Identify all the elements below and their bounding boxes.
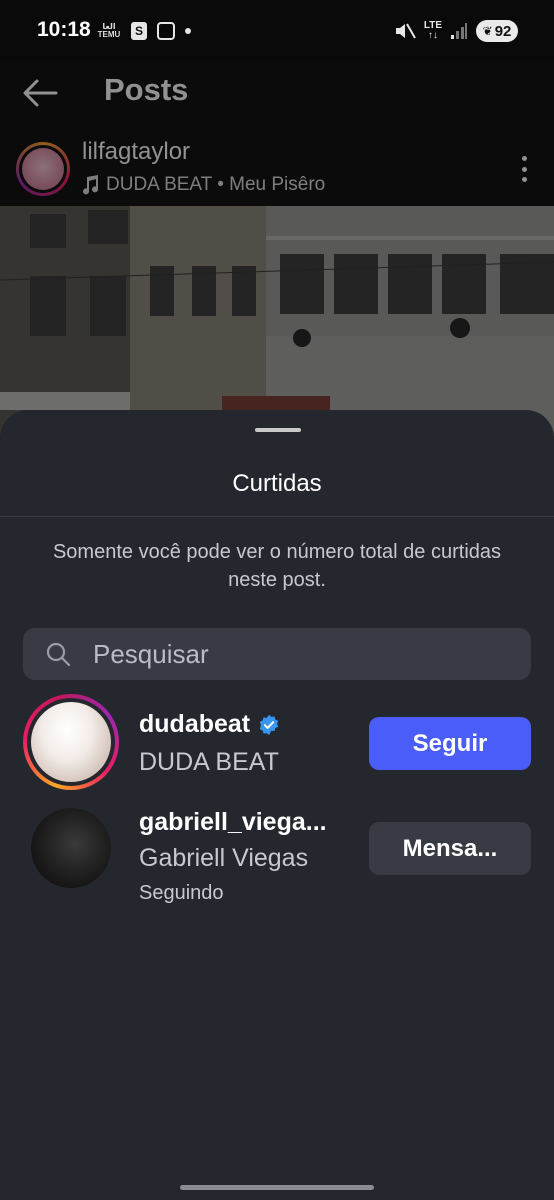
signal-icon <box>451 23 467 39</box>
full-name: Gabriell Viegas <box>139 844 309 872</box>
data-arrows-icon: ↑↓ <box>427 30 438 41</box>
battery-leaf-icon: ❦ <box>482 24 493 38</box>
battery-indicator: ❦ 92 <box>476 20 518 42</box>
username[interactable]: gabriell_viega... <box>139 808 327 837</box>
author-avatar[interactable] <box>16 142 70 196</box>
status-time: 10:18 <box>37 18 91 41</box>
building-photo <box>0 206 554 436</box>
shopee-notification-icon: S <box>131 22 147 40</box>
search-icon <box>46 642 71 667</box>
post-image <box>0 206 554 436</box>
list-item[interactable]: gabriell_viega... Gabriell Viegas Seguin… <box>0 800 554 904</box>
notification-icons: العا TEMU S <box>97 22 191 40</box>
lte-icon: LTE ↑↓ <box>424 21 442 41</box>
top-app-bar: Posts <box>0 62 554 126</box>
temu-notification-icon: العا TEMU <box>97 23 121 39</box>
sheet-drag-handle[interactable] <box>255 428 301 432</box>
back-arrow-icon[interactable] <box>22 78 58 108</box>
avatar[interactable] <box>31 808 111 888</box>
full-name: DUDA BEAT <box>139 748 279 776</box>
username-text: gabriell_viega... <box>139 808 327 836</box>
author-avatar-image <box>22 148 64 190</box>
likes-privacy-info: Somente você pode ver o número total de … <box>52 541 502 591</box>
following-status: Seguindo <box>139 882 224 904</box>
follow-button[interactable]: Seguir <box>369 717 531 770</box>
avatar-image <box>31 702 111 782</box>
likes-bottom-sheet: Curtidas Somente você pode ver o número … <box>0 410 554 1200</box>
home-indicator[interactable] <box>180 1185 374 1190</box>
post-author-row: lilfagtaylor DUDA BEAT • Meu Pisêro <box>0 136 554 202</box>
search-box[interactable] <box>23 628 531 680</box>
message-button[interactable]: Mensa... <box>369 822 531 875</box>
sheet-divider <box>0 516 554 517</box>
more-notifications-dot-icon <box>185 28 191 34</box>
mute-icon <box>395 23 416 39</box>
battery-level: 92 <box>494 22 512 40</box>
scan-notification-icon <box>157 22 175 40</box>
search-input[interactable] <box>93 628 513 680</box>
post-music-label: DUDA BEAT • Meu Pisêro <box>106 174 326 195</box>
avatar[interactable] <box>23 694 119 790</box>
temu-icon-bottom-text: TEMU <box>97 30 121 39</box>
username-text: dudabeat <box>139 710 251 738</box>
verified-badge-icon <box>259 714 279 735</box>
status-bar: 10:18 العا TEMU S LTE ↑↓ ❦ 92 <box>0 0 554 62</box>
more-options-icon[interactable] <box>522 156 528 182</box>
sheet-title: Curtidas <box>232 470 322 497</box>
list-item[interactable]: dudabeat DUDA BEAT Seguir <box>0 694 554 794</box>
author-username[interactable]: lilfagtaylor <box>82 138 190 166</box>
username[interactable]: dudabeat <box>139 710 280 739</box>
system-icons: LTE ↑↓ ❦ 92 <box>394 20 518 42</box>
music-note-icon <box>83 175 98 195</box>
post-music[interactable]: DUDA BEAT • Meu Pisêro <box>82 174 325 196</box>
page-title: Posts <box>104 72 189 107</box>
